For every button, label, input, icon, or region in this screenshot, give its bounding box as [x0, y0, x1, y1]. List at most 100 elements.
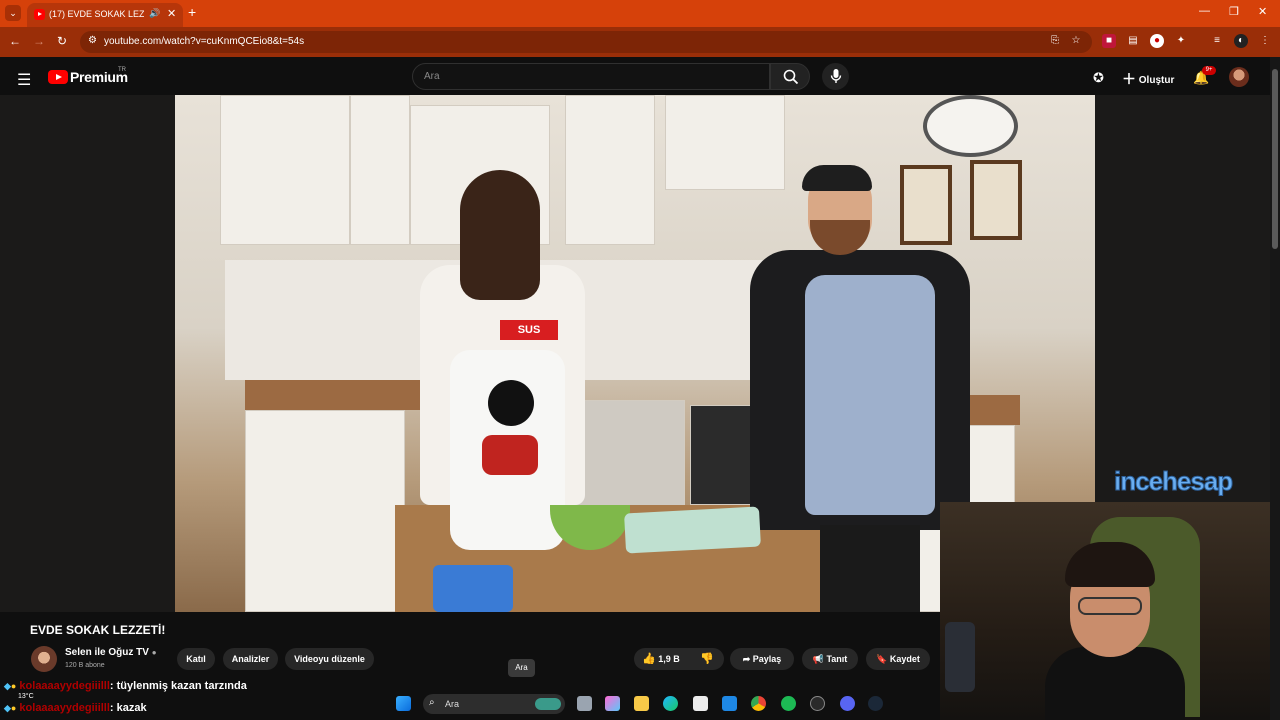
chat-username[interactable]: kolaaaayydegiiilll [19, 702, 110, 714]
apron-print: SUS [500, 320, 558, 340]
steam-icon[interactable] [868, 696, 883, 711]
thumbs-up-icon: 👍 [642, 653, 656, 665]
upper-cabinet [350, 95, 410, 245]
scrollbar-thumb[interactable] [1272, 69, 1278, 249]
plus-icon: ＋ [1122, 71, 1136, 87]
chat-text: : tüylenmiş kazan tarzında [109, 680, 247, 692]
search-input[interactable]: Ara [412, 63, 770, 90]
store-icon[interactable] [693, 696, 708, 711]
reload-icon[interactable]: ↻ [57, 34, 67, 48]
notification-badge: 9+ [1202, 66, 1216, 75]
upper-cabinet [220, 95, 350, 245]
address-bar[interactable]: ⚙ youtube.com/watch?v=cuKnmQCEio8&t=54s [80, 31, 1092, 53]
url-text: youtube.com/watch?v=cuKnmQCEio8&t=54s [104, 36, 305, 47]
picture-frame [970, 160, 1022, 240]
streamer-webcam [940, 502, 1280, 720]
extension-adblock-icon[interactable]: ● [1150, 34, 1164, 48]
obs-icon[interactable] [810, 696, 825, 711]
copilot-icon[interactable] [605, 696, 620, 711]
bookmark-icon: 🔖 [876, 654, 888, 664]
chat-badge-icon: ● [10, 703, 17, 713]
promote-button[interactable]: 📢 Tanıt [802, 648, 858, 670]
file-explorer-icon[interactable] [634, 696, 649, 711]
minimize-icon[interactable]: — [1199, 5, 1210, 17]
new-tab-icon[interactable]: + [188, 4, 196, 20]
edge-icon[interactable] [663, 696, 678, 711]
chat-text: : kazak [109, 702, 147, 714]
save-button[interactable]: 🔖 Kaydet [866, 648, 930, 670]
bookmark-star-icon[interactable]: ☆ [1069, 34, 1083, 48]
chat-badge-icon: ◆ [4, 681, 11, 691]
tab-search-icon[interactable]: ⌄ [5, 5, 21, 21]
taskbar-search-input[interactable]: ⌕ Ara [423, 694, 565, 714]
extension-red-icon[interactable]: ■ [1102, 34, 1116, 48]
close-tab-icon[interactable]: ✕ [167, 7, 176, 20]
search-icon [783, 69, 799, 85]
audio-playing-icon[interactable]: 🔊 [149, 8, 160, 19]
man-in-apron [750, 165, 970, 612]
share-button[interactable]: ➦ Paylaş [730, 648, 794, 670]
youtube-favicon-icon [34, 9, 45, 20]
search-tooltip: Ara [508, 659, 535, 677]
menu-hamburger-icon[interactable]: ☰ [17, 70, 31, 90]
chrome-icon[interactable] [751, 696, 766, 711]
chat-badge-icon: ◆ [4, 703, 11, 713]
woman-cooking: SUS [410, 170, 585, 612]
install-app-icon[interactable]: ⎘ [1048, 34, 1062, 48]
share-arrow-icon: ➦ [742, 654, 751, 664]
like-button[interactable]: 👍 1,9 B [642, 653, 680, 665]
join-button[interactable]: Katıl [177, 648, 215, 670]
region-code: TR [118, 67, 126, 73]
channel-name[interactable]: Selen ile Oğuz TV ● [65, 647, 157, 658]
channel-avatar[interactable] [31, 646, 57, 672]
forward-icon[interactable]: → [33, 34, 45, 48]
megaphone-icon: 📢 [812, 654, 824, 664]
subscriber-count: 120 B abone [65, 662, 105, 669]
app-icon[interactable] [722, 696, 737, 711]
cutting-board [624, 506, 761, 554]
analytics-button[interactable]: Analizler [223, 648, 278, 670]
extension-counter-icon[interactable]: ▤ [1126, 34, 1140, 48]
tab-title: (17) EVDE SOKAK LEZZETİ! [49, 9, 144, 19]
voice-search-button[interactable] [822, 63, 849, 90]
account-avatar[interactable] [1229, 67, 1249, 87]
chat-badge-icon: ● [10, 681, 17, 691]
dishwasher [575, 400, 685, 510]
microphone-icon [830, 69, 842, 83]
page-scrollbar[interactable] [1270, 57, 1280, 720]
discord-icon[interactable] [840, 696, 855, 711]
sponsor-watermark: incehesap [1113, 466, 1233, 497]
profile-icon[interactable]: ◐ [1234, 34, 1248, 48]
chat-message: ◆● kolaaaayydegiiilll: kazak [4, 702, 147, 714]
create-button[interactable]: ＋ Oluştur [1122, 69, 1174, 89]
microphone-arm [945, 622, 975, 692]
taskbar-search-icon: ⌕ [429, 697, 435, 708]
back-icon[interactable]: ← [9, 34, 21, 48]
lower-cabinet [245, 410, 405, 612]
yogurt-tub [433, 565, 513, 612]
wall-clock [923, 95, 1018, 157]
spotify-icon[interactable] [781, 696, 796, 711]
chat-username[interactable]: kolaaaayydegiiilll [19, 680, 110, 692]
search-placeholder: Ara [424, 71, 440, 82]
extensions-puzzle-icon[interactable]: ✦ [1174, 34, 1188, 48]
youtube-logo-icon[interactable] [48, 70, 68, 84]
weather-temperature[interactable]: 13°C [18, 693, 34, 700]
close-window-icon[interactable]: ✕ [1258, 5, 1267, 18]
chat-message: ◆● kolaaaayydegiiilll: tüylenmiş kazan t… [4, 680, 247, 692]
windows-start-icon[interactable] [396, 696, 411, 711]
restore-icon[interactable]: ❐ [1229, 5, 1239, 18]
task-view-icon[interactable] [577, 696, 592, 711]
premium-lounge-icon[interactable]: ✪ [1093, 70, 1104, 86]
dislike-icon[interactable]: 👎 [700, 648, 714, 670]
browser-tab[interactable]: (17) EVDE SOKAK LEZZETİ! 🔊 ✕ [27, 3, 183, 27]
search-highlight-icon [535, 698, 561, 710]
like-dislike-group: 👍 1,9 B 👎 [634, 648, 724, 670]
search-button[interactable] [770, 63, 810, 90]
reading-list-icon[interactable]: ≡ [1210, 34, 1224, 48]
browser-tab-bar: ⌄ (17) EVDE SOKAK LEZZETİ! 🔊 ✕ + — ❐ ✕ [0, 0, 1280, 27]
taskbar-search-placeholder: Ara [445, 699, 460, 709]
site-info-icon[interactable]: ⚙ [88, 35, 97, 46]
edit-video-button[interactable]: Videoyu düzenle [285, 648, 374, 670]
browser-menu-icon[interactable]: ⋮ [1258, 34, 1272, 48]
